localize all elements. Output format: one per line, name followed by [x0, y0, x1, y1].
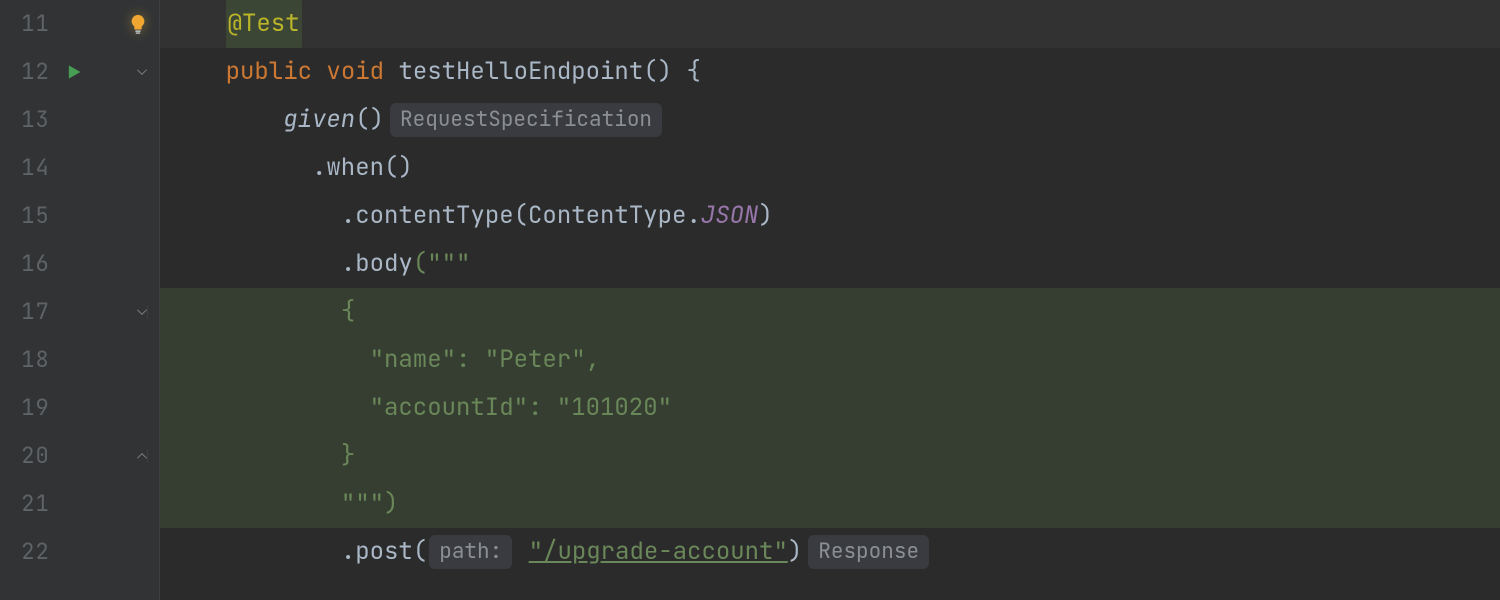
code-line[interactable]: given()RequestSpecification — [160, 96, 1500, 144]
code-line[interactable]: { — [160, 288, 1500, 336]
keyword: public — [226, 48, 312, 96]
fold-toggle[interactable] — [89, 449, 159, 463]
string-url[interactable]: "/upgrade-account" — [529, 528, 788, 576]
gutter-row: 16 — [0, 240, 159, 288]
enum-constant: JSON — [701, 192, 759, 240]
line-number: 18 — [0, 336, 56, 384]
line-number: 15 — [0, 192, 56, 240]
gutter-row: 11 — [0, 0, 159, 48]
fold-toggle[interactable] — [89, 65, 159, 79]
inlay-hint-type[interactable]: Response — [808, 535, 929, 569]
gutter-row: 15 — [0, 192, 159, 240]
annotation: @Test — [226, 0, 302, 48]
line-number: 19 — [0, 384, 56, 432]
fold-slot — [89, 13, 159, 35]
static-method: given — [283, 96, 355, 144]
code-line[interactable]: "accountId": "101020" — [160, 384, 1500, 432]
gutter-row: 22 — [0, 528, 159, 576]
run-test-button[interactable] — [56, 62, 90, 82]
line-number: 11 — [0, 0, 56, 48]
keyword: void — [326, 48, 384, 96]
code-line[interactable]: .when() — [160, 144, 1500, 192]
gutter-row: 17 — [0, 288, 159, 336]
gutter-row: 14 — [0, 144, 159, 192]
gutter-row: 19 — [0, 384, 159, 432]
code-line[interactable]: .contentType(ContentType.JSON) — [160, 192, 1500, 240]
line-number: 16 — [0, 240, 56, 288]
code-line[interactable]: """) — [160, 480, 1500, 528]
code-line[interactable]: .post(path: "/upgrade-account")Response — [160, 528, 1500, 576]
gutter-row: 13 — [0, 96, 159, 144]
line-number: 13 — [0, 96, 56, 144]
code-line[interactable]: .body(""" — [160, 240, 1500, 288]
fold-toggle[interactable] — [89, 305, 159, 319]
code-line[interactable]: public void testHelloEndpoint() { — [160, 48, 1500, 96]
line-number: 12 — [0, 48, 56, 96]
inlay-hint-parameter[interactable]: path: — [429, 535, 512, 569]
gutter-row: 12 — [0, 48, 159, 96]
inlay-hint-type[interactable]: RequestSpecification — [390, 103, 662, 137]
line-number: 20 — [0, 432, 56, 480]
line-number: 14 — [0, 144, 56, 192]
code-line[interactable]: @Test — [160, 0, 1500, 48]
editor-gutter: 11 12 13 14 15 — [0, 0, 160, 600]
code-line[interactable]: } — [160, 432, 1500, 480]
code-editor: 11 12 13 14 15 — [0, 0, 1500, 600]
line-number: 17 — [0, 288, 56, 336]
intention-bulb-icon[interactable] — [127, 13, 149, 35]
line-number: 21 — [0, 480, 56, 528]
gutter-row: 18 — [0, 336, 159, 384]
method-name: testHelloEndpoint — [398, 48, 643, 96]
code-line[interactable]: "name": "Peter", — [160, 336, 1500, 384]
editor-code-area[interactable]: @Test public void testHelloEndpoint() { … — [160, 0, 1500, 600]
gutter-row: 21 — [0, 480, 159, 528]
line-number: 22 — [0, 528, 56, 576]
gutter-row: 20 — [0, 432, 159, 480]
